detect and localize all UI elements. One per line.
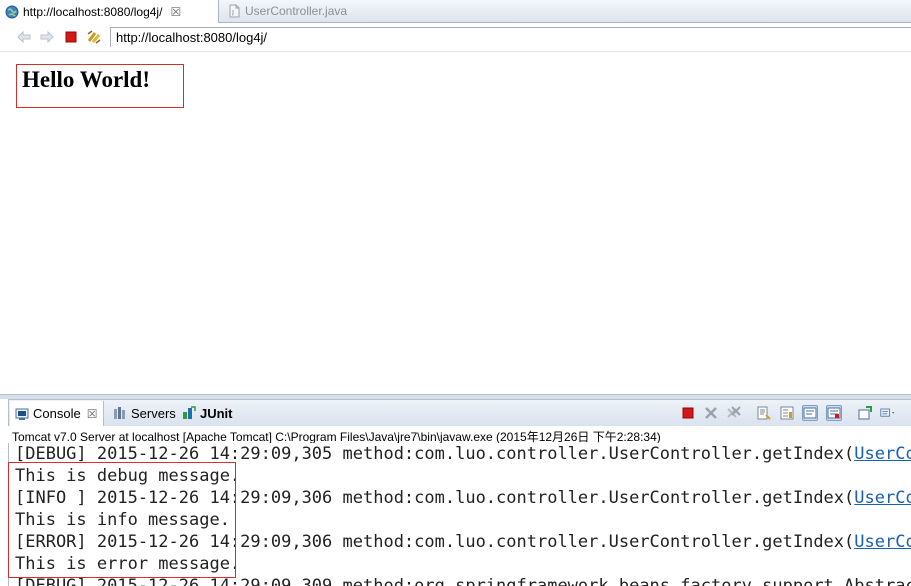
word-wrap-icon[interactable] (802, 405, 818, 421)
source-link[interactable]: UserCont (854, 444, 911, 464)
tab-browser-localhost[interactable]: http://localhost:8080/log4j/ ☒ (0, 0, 219, 23)
scroll-lock-icon[interactable] (779, 405, 795, 421)
tab-label: Servers (131, 405, 176, 421)
tab-usercontroller-java[interactable]: UserController.java (222, 0, 347, 22)
tab-label: JUnit (200, 405, 233, 421)
console-icon (15, 408, 29, 420)
tab-junit[interactable]: JUnit (182, 404, 233, 422)
back-icon[interactable] (16, 29, 32, 45)
browser-toolbar: http://localhost:8080/log4j/ (0, 23, 911, 52)
close-icon[interactable]: ☒ (170, 5, 181, 19)
java-file-icon (229, 4, 240, 18)
servers-icon (114, 407, 125, 419)
refresh-icon[interactable] (86, 29, 102, 45)
tab-label: http://localhost:8080/log4j/ (23, 4, 163, 19)
stop-icon[interactable] (63, 29, 79, 45)
close-icon[interactable]: ☒ (87, 407, 98, 421)
source-link[interactable]: UserCont (854, 488, 911, 508)
show-console-icon[interactable] (826, 405, 842, 421)
tab-label: UserController.java (245, 4, 348, 18)
view-tab-bar: Console ☒ Servers JUnit (8, 399, 911, 426)
tab-servers[interactable]: Servers (113, 404, 176, 422)
remove-all-terminated-icon[interactable] (726, 405, 742, 421)
terminate-icon[interactable] (680, 405, 696, 421)
forward-icon[interactable] (39, 29, 55, 45)
source-link[interactable]: UserCont (854, 532, 911, 552)
tab-label: Console (33, 406, 81, 421)
remove-launch-icon[interactable] (703, 405, 719, 421)
junit-icon (183, 406, 196, 419)
highlight-box-console (8, 462, 236, 578)
editor-tab-bar: http://localhost:8080/log4j/ ☒ UserContr… (0, 0, 911, 23)
highlight-box-heading (16, 64, 184, 108)
clear-console-icon[interactable] (756, 405, 772, 421)
display-selected-console-icon[interactable] (880, 405, 896, 421)
url-field[interactable]: http://localhost:8080/log4j/ (110, 27, 911, 47)
pin-console-icon[interactable] (857, 405, 873, 421)
tab-console[interactable]: Console ☒ (10, 401, 105, 426)
globe-icon (5, 5, 19, 18)
